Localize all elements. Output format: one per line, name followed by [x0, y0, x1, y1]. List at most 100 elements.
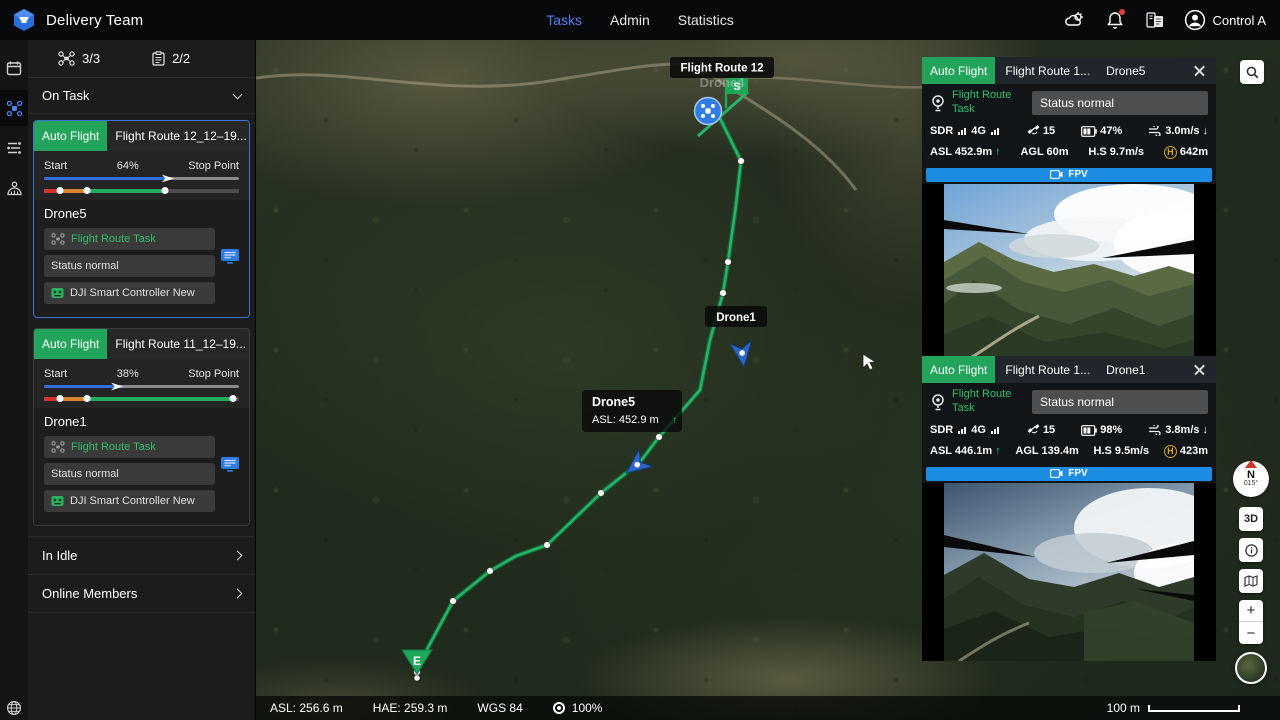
- main-nav: Tasks Admin Statistics: [546, 12, 734, 28]
- agl-value: AGL 60m: [1020, 146, 1068, 158]
- status-row[interactable]: Status normal: [44, 255, 215, 277]
- climb-up-arrow: ↑: [995, 445, 1001, 457]
- north-needle-icon: [1245, 460, 1257, 468]
- fleet-counts: 3/3 2/2: [28, 40, 255, 78]
- map-layers-button[interactable]: [1239, 569, 1263, 593]
- progress-percent: 64%: [117, 160, 139, 172]
- members-icon[interactable]: [0, 170, 28, 206]
- compass-control[interactable]: N 015°: [1233, 461, 1269, 497]
- controller-row[interactable]: DJI Smart Controller New: [44, 282, 215, 304]
- battery-level: 98%: [1081, 424, 1122, 436]
- map-asl: ASL: 256.6 m: [270, 701, 343, 715]
- compass-heading: 015°: [1244, 480, 1258, 488]
- chevron-right-icon: [233, 551, 243, 561]
- user-account[interactable]: Control A: [1184, 9, 1266, 31]
- panel-status[interactable]: Status normal: [1032, 390, 1208, 414]
- fpv-monitor-icon[interactable]: [220, 456, 240, 473]
- fleet-tasks-icon[interactable]: [0, 90, 28, 126]
- basemap-toggle[interactable]: [1235, 652, 1267, 684]
- notifications-bell-icon[interactable]: [1104, 9, 1126, 31]
- drone-locator-icon: [930, 393, 946, 411]
- asl-stat: ASL 452.9m ↑: [930, 146, 1001, 158]
- svg-text:Drone1: Drone1: [716, 312, 756, 324]
- close-icon[interactable]: [1192, 362, 1208, 378]
- task-type-label: Flight Route Task: [71, 233, 156, 245]
- camera-icon: [1050, 469, 1063, 478]
- task-card-drone1[interactable]: Auto Flight Flight Route 11_12–19... Sta…: [33, 328, 250, 526]
- satellite-count: 15: [1027, 125, 1055, 137]
- map-info-button[interactable]: [1239, 538, 1263, 562]
- signal-bars-icon: [958, 128, 966, 135]
- map-datum[interactable]: WGS 84: [477, 701, 522, 715]
- nav-admin[interactable]: Admin: [610, 12, 650, 28]
- fpv-button[interactable]: FPV: [926, 168, 1212, 182]
- map-search-button[interactable]: [1240, 60, 1264, 84]
- flight-route-line: [417, 102, 741, 668]
- task-type-row[interactable]: Flight Route Task: [44, 228, 215, 250]
- controller-row[interactable]: DJI Smart Controller New: [44, 490, 215, 512]
- drone-icon: [51, 441, 65, 453]
- hs-value: H.S 9.7m/s: [1088, 146, 1144, 158]
- globe-icon[interactable]: [0, 700, 28, 716]
- task-sidebar: 3/3 2/2 On Task Auto Flight Flight Route…: [28, 40, 256, 720]
- nav-statistics[interactable]: Statistics: [678, 12, 734, 28]
- route-altitude-bar: [44, 397, 239, 401]
- panel-route: Flight Route 1...: [1005, 64, 1090, 78]
- task-type-row[interactable]: Flight Route Task: [44, 436, 215, 458]
- task-type-label: Flight Route Task: [71, 441, 156, 453]
- panel-status[interactable]: Status normal: [1032, 91, 1208, 115]
- section-online-members[interactable]: Online Members: [28, 574, 255, 612]
- start-label: Start: [44, 368, 67, 380]
- battery-value: 98%: [1100, 424, 1122, 436]
- sats-value: 15: [1043, 125, 1055, 137]
- compass-n: N: [1247, 470, 1255, 480]
- fpv-panel-drone5: Auto Flight Flight Route 1... Drone5 Fli…: [922, 57, 1216, 350]
- task-count: 2/2: [152, 51, 190, 66]
- home-point-icon: H: [1164, 146, 1177, 159]
- flight-route-line: [417, 102, 741, 668]
- controller-icon: [51, 287, 64, 299]
- sdr-label: SDR: [930, 424, 953, 436]
- schedule-icon[interactable]: [0, 50, 28, 86]
- task-card-drone5[interactable]: Auto Flight Flight Route 12_12–19... Sta…: [33, 120, 250, 318]
- map-3d-button[interactable]: 3D: [1239, 507, 1263, 531]
- weather-icon[interactable]: [1064, 9, 1086, 31]
- link-signal: SDR 4G: [930, 125, 1001, 137]
- route-title: Flight Route 11_12–19...: [107, 329, 249, 359]
- team-title: Delivery Team: [46, 12, 143, 29]
- auto-flight-badge: Auto Flight: [34, 329, 107, 359]
- link-signal: SDR 4G: [930, 424, 1001, 436]
- info-icon: [1245, 544, 1258, 557]
- drone1-position-marker: [730, 341, 755, 369]
- fpv-video-drone1[interactable]: [922, 483, 1216, 661]
- home-distance: H 423m: [1164, 445, 1208, 458]
- mouse-cursor: [863, 354, 876, 370]
- route-title: Flight Route 12_12–19...: [107, 121, 249, 151]
- in-idle-label: In Idle: [42, 548, 77, 563]
- zoom-in-button[interactable]: +: [1239, 600, 1263, 622]
- map-hae: HAE: 259.3 m: [373, 701, 448, 715]
- auto-flight-badge: Auto Flight: [922, 356, 995, 383]
- close-icon[interactable]: [1192, 63, 1208, 79]
- section-on-task[interactable]: On Task: [28, 78, 255, 114]
- nav-tasks[interactable]: Tasks: [546, 12, 582, 28]
- fpv-button[interactable]: FPV: [926, 467, 1212, 481]
- section-in-idle[interactable]: In Idle: [28, 536, 255, 574]
- devices-icon[interactable]: [1144, 9, 1166, 31]
- climb-up-arrow: ↑: [995, 146, 1001, 158]
- zoom-out-button[interactable]: −: [1239, 622, 1263, 644]
- task-count-value: 2/2: [172, 51, 190, 66]
- layers-icon: [1244, 575, 1258, 587]
- map-scale: 100 m: [1107, 701, 1240, 715]
- routes-icon[interactable]: [0, 130, 28, 166]
- home-point-marker: [695, 98, 722, 125]
- fpv-monitor-icon[interactable]: [220, 248, 240, 265]
- start-label: Start: [44, 160, 67, 172]
- fpv-video-drone5[interactable]: [922, 184, 1216, 362]
- map-status-bar: ASL: 256.6 m HAE: 259.3 m WGS 84 100% 10…: [256, 696, 1280, 720]
- status-row[interactable]: Status normal: [44, 463, 215, 485]
- fpv-video-frame: [944, 483, 1194, 661]
- camera-icon: [1050, 170, 1063, 179]
- fpv-panel-drone1: Auto Flight Flight Route 1... Drone1 Fli…: [922, 356, 1216, 649]
- scale-bar: [1148, 705, 1240, 712]
